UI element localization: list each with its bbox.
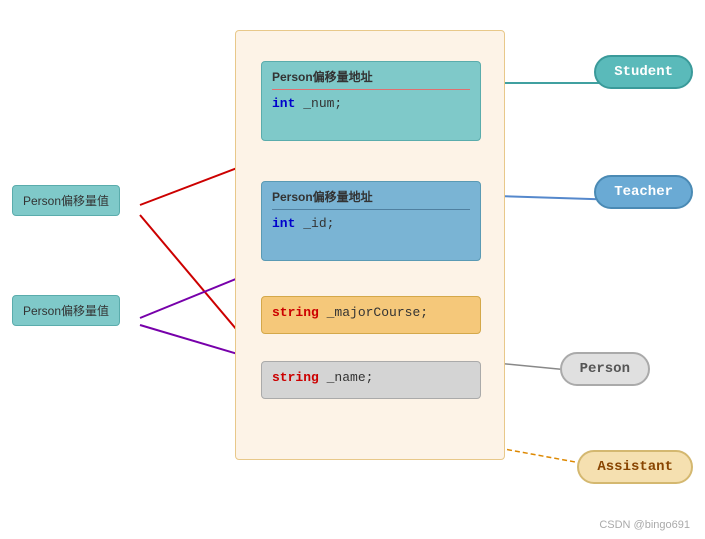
person-label: Person [580,361,630,377]
student-code: int _num; [272,96,342,111]
teacher-code: int _id; [272,216,334,231]
string-keyword-2: string [272,370,319,385]
student-memory-block: Person偏移量地址 int _num; [261,61,481,141]
int-keyword-2: int [272,216,295,231]
person-class-box: Person [560,352,650,386]
major-memory-block: string _majorCourse; [261,296,481,334]
student-label: Student [614,64,673,80]
major-var: _majorCourse; [327,305,428,320]
int-keyword-1: int [272,96,295,111]
major-code: string _majorCourse; [272,305,428,320]
string-keyword-1: string [272,305,319,320]
offset-label-1: Person偏移量值 [23,194,109,208]
teacher-label: Teacher [614,184,673,200]
offset-box-2: Person偏移量值 [12,295,120,326]
name-memory-block: string _name; [261,361,481,399]
watermark: CSDN @bingo691 [599,519,690,531]
student-block-title: Person偏移量地址 [272,68,470,85]
diagram-container: Person偏移量地址 int _num; Person偏移量地址 int _i… [0,0,705,539]
offset-label-2: Person偏移量值 [23,304,109,318]
offset-box-1: Person偏移量值 [12,185,120,216]
teacher-class-box: Teacher [594,175,693,209]
assistant-class-box: Assistant [577,450,693,484]
center-panel: Person偏移量地址 int _num; Person偏移量地址 int _i… [235,30,505,460]
name-var: _name; [327,370,374,385]
id-var: _id; [303,216,334,231]
name-code: string _name; [272,370,373,385]
teacher-block-title: Person偏移量地址 [272,188,470,205]
num-var: _num; [303,96,342,111]
assistant-label: Assistant [597,459,673,475]
student-class-box: Student [594,55,693,89]
teacher-memory-block: Person偏移量地址 int _id; [261,181,481,261]
